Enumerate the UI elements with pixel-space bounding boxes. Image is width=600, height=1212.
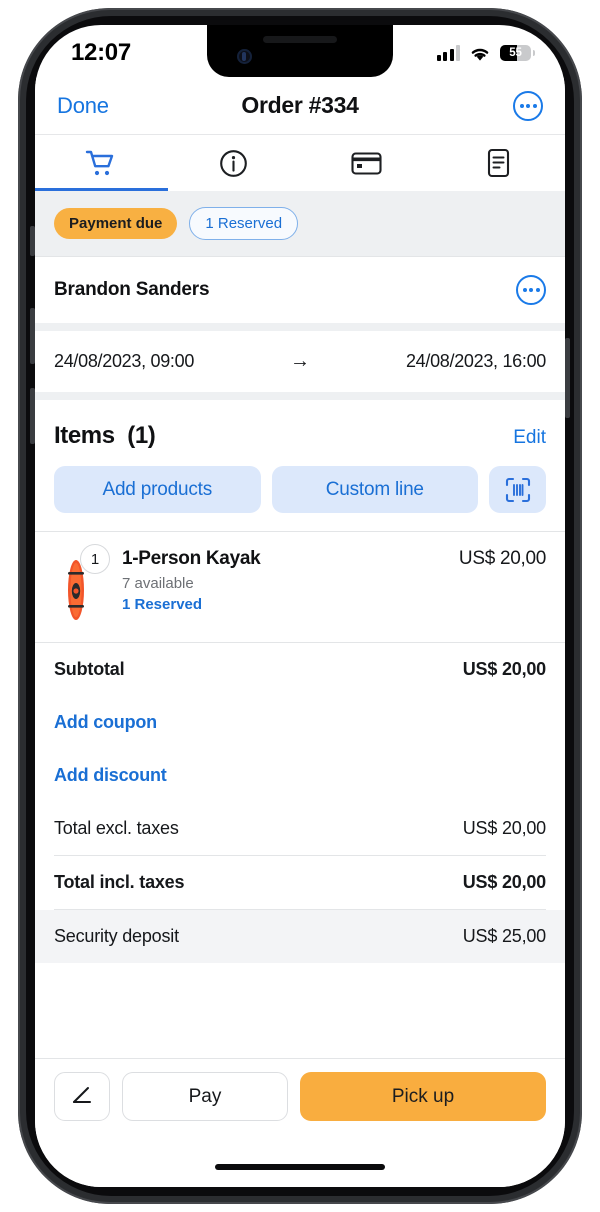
security-deposit-label: Security deposit <box>54 926 179 946</box>
total-excl-taxes-value: US$ 20,00 <box>462 818 546 838</box>
customer-more-button[interactable] <box>516 275 546 305</box>
subtotal-label: Subtotal <box>54 659 125 679</box>
status-indicators: 55 <box>436 45 535 62</box>
rental-end-date: 24/08/2023, 16:00 <box>405 351 546 371</box>
navigation-bar: Done Order #334 <box>35 77 565 134</box>
items-action-buttons: Add products Custom line <box>35 450 565 531</box>
order-content: Payment due 1 Reserved Brandon Sanders 2… <box>35 191 565 1058</box>
item-name: 1-Person Kayak <box>122 548 261 569</box>
add-coupon-link[interactable]: Add coupon <box>54 712 157 733</box>
signal-icon <box>436 45 460 61</box>
tab-notes[interactable] <box>433 135 566 191</box>
page-title: Order #334 <box>241 92 359 118</box>
total-excl-taxes-row: Total excl. taxes US$ 20,00 <box>54 802 546 855</box>
tab-payment[interactable] <box>300 135 433 191</box>
document-icon <box>488 148 510 178</box>
items-title-group: Items (1) <box>54 422 156 450</box>
tab-bar <box>35 134 565 191</box>
signature-button[interactable] <box>54 1072 110 1121</box>
done-button[interactable]: Done <box>57 93 109 119</box>
device-notch <box>207 25 393 77</box>
scan-barcode-button[interactable] <box>489 466 546 513</box>
status-badge-reserved[interactable]: 1 Reserved <box>189 207 299 240</box>
add-coupon-row[interactable]: Add coupon <box>54 696 546 749</box>
phone-screen: 12:07 55 Done Order #334 Payment due 1 R… <box>35 25 565 1187</box>
security-deposit-band: Security deposit US$ 25,00 <box>35 910 565 963</box>
wifi-icon <box>471 48 489 61</box>
add-discount-link[interactable]: Add discount <box>54 765 167 786</box>
item-quantity-badge: 1 <box>80 544 110 574</box>
credit-card-icon <box>351 151 382 175</box>
items-title: Items <box>54 422 115 449</box>
front-camera <box>237 49 252 64</box>
battery-icon: 55 <box>500 45 535 61</box>
battery-level: 55 <box>509 47 522 59</box>
item-availability: 7 available <box>122 575 194 592</box>
items-header: Items (1) Edit <box>35 400 565 450</box>
total-incl-taxes-value: US$ 20,00 <box>462 872 546 892</box>
pick-up-button[interactable]: Pick up <box>300 1072 546 1121</box>
item-reserved: 1 Reserved <box>122 596 203 613</box>
ellipsis-circle-icon <box>513 90 543 121</box>
arrow-right-icon: → <box>290 350 310 372</box>
subtotal-value: US$ 20,00 <box>462 659 546 679</box>
order-more-button[interactable] <box>513 90 543 121</box>
table-row[interactable]: 1 1-Person Kayak 7 available 1 Reserved … <box>35 531 565 643</box>
signature-icon <box>73 1086 91 1103</box>
pay-button[interactable]: Pay <box>122 1072 288 1121</box>
customer-name: Brandon Sanders <box>54 279 210 300</box>
security-deposit-row: Security deposit US$ 25,00 <box>54 910 546 963</box>
bottom-action-bar: Pay Pick up <box>35 1058 565 1187</box>
tab-info[interactable] <box>168 135 301 191</box>
tab-cart[interactable] <box>35 135 168 191</box>
power-button[interactable] <box>565 338 570 418</box>
earpiece-speaker <box>263 36 337 43</box>
status-badges: Payment due 1 Reserved <box>35 191 565 257</box>
item-details: 1-Person Kayak 7 available 1 Reserved <box>108 540 459 613</box>
ellipsis-circle-icon <box>516 275 546 305</box>
security-deposit-value: US$ 25,00 <box>462 926 546 946</box>
custom-line-button[interactable]: Custom line <box>271 466 478 513</box>
totals-section: Subtotal US$ 20,00 Add coupon Add discou… <box>35 643 565 963</box>
edit-items-button[interactable]: Edit <box>513 427 546 449</box>
subtotal-row: Subtotal US$ 20,00 <box>54 643 546 696</box>
screenshot-root: 12:07 55 Done Order #334 Payment due 1 R… <box>0 0 600 1212</box>
status-badge-payment-due[interactable]: Payment due <box>54 208 178 239</box>
total-incl-taxes-label: Total incl. taxes <box>54 872 185 892</box>
total-excl-taxes-label: Total excl. taxes <box>54 818 179 838</box>
rental-start-date: 24/08/2023, 09:00 <box>54 351 195 371</box>
rental-period-row[interactable]: 24/08/2023, 09:00 → 24/08/2023, 16:00 <box>35 331 565 400</box>
kayak-thumbnail: 1 <box>54 544 110 624</box>
add-discount-row[interactable]: Add discount <box>54 749 546 802</box>
add-products-button[interactable]: Add products <box>54 466 261 513</box>
info-circle-icon <box>220 149 248 177</box>
barcode-scan-icon <box>505 477 530 502</box>
status-time: 12:07 <box>71 39 131 66</box>
item-price: US$ 20,00 <box>458 548 546 569</box>
customer-row[interactable]: Brandon Sanders <box>35 257 565 331</box>
home-indicator[interactable] <box>215 1164 385 1170</box>
shopping-cart-icon <box>86 150 114 175</box>
total-incl-taxes-row: Total incl. taxes US$ 20,00 <box>54 856 546 909</box>
items-count: (1) <box>127 422 156 449</box>
